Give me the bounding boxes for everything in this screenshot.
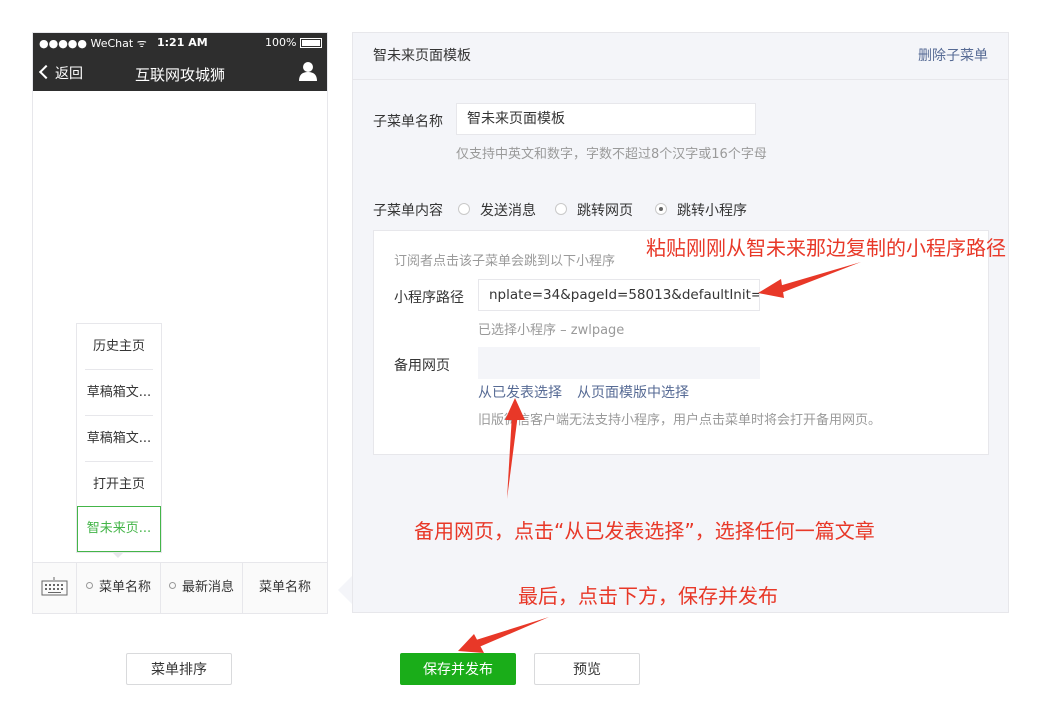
select-published-link[interactable]: 从已发表选择 xyxy=(478,382,562,402)
content-label: 子菜单内容 xyxy=(373,203,443,219)
name-label: 子菜单名称 xyxy=(373,114,443,130)
backup-label: 备用网页 xyxy=(394,358,450,374)
battery-level: 100% xyxy=(265,36,297,49)
radio-send-message[interactable] xyxy=(458,203,470,215)
preview-button[interactable]: 预览 xyxy=(534,653,640,685)
miniprogram-settings-box: 订阅者点击该子菜单会跳到以下小程序 小程序路径 nplate=34&pageId… xyxy=(373,230,989,455)
annotation-paste-path: 粘贴刚刚从智未来那边复制的小程序路径 xyxy=(646,236,1006,260)
menu-sort-button[interactable]: 菜单排序 xyxy=(126,653,232,685)
arrow-to-save-button xyxy=(458,617,549,653)
delete-submenu-link[interactable]: 删除子菜单 xyxy=(918,45,988,65)
radio-jump-web-label[interactable]: 跳转网页 xyxy=(577,200,633,220)
submenu-item-history[interactable]: 历史主页 xyxy=(85,324,153,370)
dot-icon xyxy=(168,582,176,589)
radio-jump-web[interactable] xyxy=(555,203,567,215)
menu-item-2[interactable]: 最新消息 xyxy=(161,563,243,613)
box-intro: 订阅者点击该子菜单会跳到以下小程序 xyxy=(394,254,616,269)
annotation-backup-page: 备用网页，点击“从已发表选择”，选择任何一篇文章 xyxy=(414,519,875,543)
backup-warning: 旧版微信客户端无法支持小程序，用户点击菜单时将会打开备用网页。 xyxy=(478,413,882,428)
backup-page-field[interactable] xyxy=(478,347,760,379)
name-hint: 仅支持中英文和数字，字数不超过8个汉字或16个字母 xyxy=(456,147,767,162)
battery-icon xyxy=(300,38,322,48)
account-title: 互联网攻城狮 xyxy=(134,66,225,84)
submenu-item-homepage[interactable]: 打开主页 xyxy=(85,462,153,507)
submenu-item-draft-1[interactable]: 草稿箱文... xyxy=(85,370,153,416)
menu-item-1[interactable]: 菜单名称 xyxy=(77,563,161,613)
status-time: 1:21 AM xyxy=(157,36,208,49)
phone-preview: ●●●●● WeChat ᯤ 1:21 AM 100% 返回 互联网攻城狮 历史… xyxy=(32,32,328,614)
panel-pointer xyxy=(338,576,352,604)
menu-item-3[interactable]: 菜单名称 xyxy=(243,563,327,613)
annotation-save-publish: 最后，点击下方，保存并发布 xyxy=(518,584,778,608)
user-icon[interactable] xyxy=(299,61,317,81)
selected-miniprogram-hint: 已选择小程序 – zwlpage xyxy=(478,323,625,338)
carrier-signal: ●●●●● WeChat ᯤ xyxy=(39,37,147,50)
radio-jump-miniprogram[interactable] xyxy=(655,203,667,215)
keyboard-icon[interactable] xyxy=(33,563,77,613)
submenu-caret xyxy=(112,552,124,558)
select-template-link[interactable]: 从页面模版中选择 xyxy=(577,382,689,402)
dot-icon xyxy=(85,582,93,589)
submenu-item-draft-2[interactable]: 草稿箱文... xyxy=(85,416,153,462)
radio-jump-miniprogram-label[interactable]: 跳转小程序 xyxy=(677,200,747,220)
submenu-name-input[interactable]: 智未来页面模板 xyxy=(456,103,756,135)
nav-bar: 返回 互联网攻城狮 xyxy=(33,53,327,91)
submenu-item-zwl-active[interactable]: 智未来页... xyxy=(77,506,161,552)
save-publish-button[interactable]: 保存并发布 xyxy=(400,653,516,685)
miniprogram-path-input[interactable]: nplate=34&pageId=58013&defaultInit=1 xyxy=(478,279,760,311)
status-bar: ●●●●● WeChat ᯤ 1:21 AM 100% xyxy=(33,33,327,53)
panel-title: 智未来页面模板 xyxy=(373,48,471,64)
menu-bar: 菜单名称 最新消息 菜单名称 xyxy=(33,562,327,613)
radio-send-message-label[interactable]: 发送消息 xyxy=(480,200,536,220)
path-label: 小程序路径 xyxy=(394,290,464,306)
submenu-popup: 历史主页 草稿箱文... 草稿箱文... 打开主页 智未来页... xyxy=(76,323,162,553)
divider xyxy=(353,79,1008,80)
